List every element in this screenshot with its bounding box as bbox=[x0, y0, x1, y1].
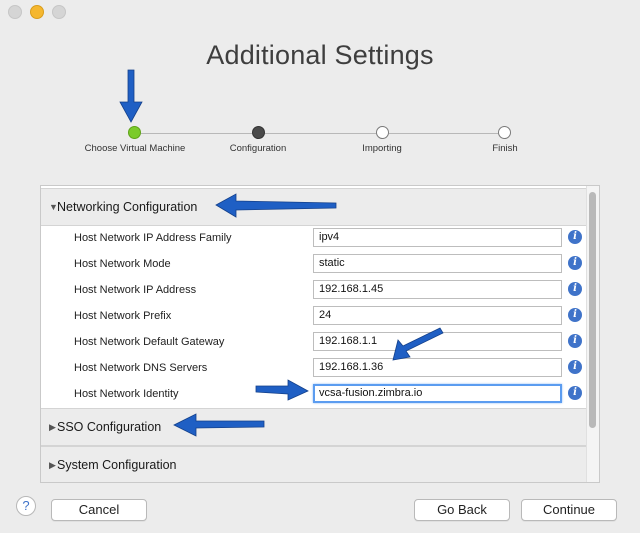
setting-label: Host Network DNS Servers bbox=[74, 362, 208, 374]
default-gateway-field[interactable]: 192.168.1.1 bbox=[313, 332, 562, 351]
step-label-choose-vm: Choose Virtual Machine bbox=[84, 143, 186, 154]
disclosure-collapsed-icon: ▶ bbox=[49, 421, 56, 432]
setting-label: Host Network IP Address bbox=[74, 284, 197, 296]
section-label: SSO Configuration bbox=[57, 420, 162, 434]
network-mode-field[interactable]: static bbox=[313, 254, 562, 273]
setting-label: Host Network Prefix bbox=[74, 310, 172, 322]
ip-family-field[interactable]: ipv4 bbox=[313, 228, 562, 247]
info-icon[interactable]: i bbox=[568, 256, 582, 270]
page-title: Additional Settings bbox=[206, 40, 434, 70]
info-icon[interactable]: i bbox=[568, 360, 582, 374]
step-dot-choose-vm bbox=[128, 126, 141, 139]
step-label-finish: Finish bbox=[492, 143, 518, 154]
cancel-button[interactable]: Cancel bbox=[51, 499, 147, 521]
setting-row: Host Network Default Gateway 192.168.1.1… bbox=[41, 330, 586, 356]
step-dot-configuration bbox=[252, 126, 265, 139]
setting-row: Host Network Prefix 24 i bbox=[41, 304, 586, 330]
step-label-importing: Importing bbox=[362, 143, 402, 154]
step-dot-importing bbox=[376, 126, 389, 139]
stepper-connector bbox=[389, 133, 498, 134]
setting-row: Host Network IP Address Family ipv4 i bbox=[41, 226, 586, 252]
go-back-button[interactable]: Go Back bbox=[414, 499, 510, 521]
info-icon[interactable]: i bbox=[568, 334, 582, 348]
info-icon[interactable]: i bbox=[568, 230, 582, 244]
setting-row: Host Network Identity vcsa-fusion.zimbra… bbox=[41, 382, 586, 408]
setting-label: Host Network IP Address Family bbox=[74, 232, 232, 244]
prefix-field[interactable]: 24 bbox=[313, 306, 562, 325]
section-label: System Configuration bbox=[57, 458, 177, 472]
dns-servers-field[interactable]: 192.168.1.36 bbox=[313, 358, 562, 377]
settings-panel: ▼ Networking Configuration Host Network … bbox=[40, 185, 600, 483]
annotation-arrow-down bbox=[119, 69, 143, 123]
stepper-connector bbox=[265, 133, 376, 134]
info-icon[interactable]: i bbox=[568, 282, 582, 296]
setting-label: Host Network Mode bbox=[74, 258, 171, 270]
info-icon[interactable]: i bbox=[568, 308, 582, 322]
stepper-connector bbox=[141, 133, 252, 134]
step-dot-finish bbox=[498, 126, 511, 139]
minimize-window-button[interactable] bbox=[30, 5, 44, 19]
close-window-button[interactable] bbox=[8, 5, 22, 19]
section-header-networking[interactable]: ▼ Networking Configuration bbox=[41, 188, 586, 226]
section-header-sso[interactable]: ▶ SSO Configuration bbox=[41, 408, 586, 446]
continue-button[interactable]: Continue bbox=[521, 499, 617, 521]
info-icon[interactable]: i bbox=[568, 386, 582, 400]
disclosure-expanded-icon: ▼ bbox=[49, 202, 58, 212]
section-header-system[interactable]: ▶ System Configuration bbox=[41, 446, 586, 482]
setting-row: Host Network DNS Servers 192.168.1.36 i bbox=[41, 356, 586, 382]
disclosure-collapsed-icon: ▶ bbox=[49, 459, 56, 470]
step-label-configuration: Configuration bbox=[229, 143, 287, 154]
maximize-window-button[interactable] bbox=[52, 5, 66, 19]
network-identity-field[interactable]: vcsa-fusion.zimbra.io bbox=[313, 384, 562, 403]
help-button[interactable]: ? bbox=[16, 496, 36, 516]
scrollbar-thumb[interactable] bbox=[589, 192, 596, 428]
setting-label: Host Network Identity bbox=[74, 388, 179, 400]
setting-row: Host Network Mode static i bbox=[41, 252, 586, 278]
setting-row: Host Network IP Address 192.168.1.45 i bbox=[41, 278, 586, 304]
ip-address-field[interactable]: 192.168.1.45 bbox=[313, 280, 562, 299]
section-label: Networking Configuration bbox=[57, 200, 198, 214]
window-controls bbox=[8, 5, 66, 19]
setting-label: Host Network Default Gateway bbox=[74, 336, 225, 348]
